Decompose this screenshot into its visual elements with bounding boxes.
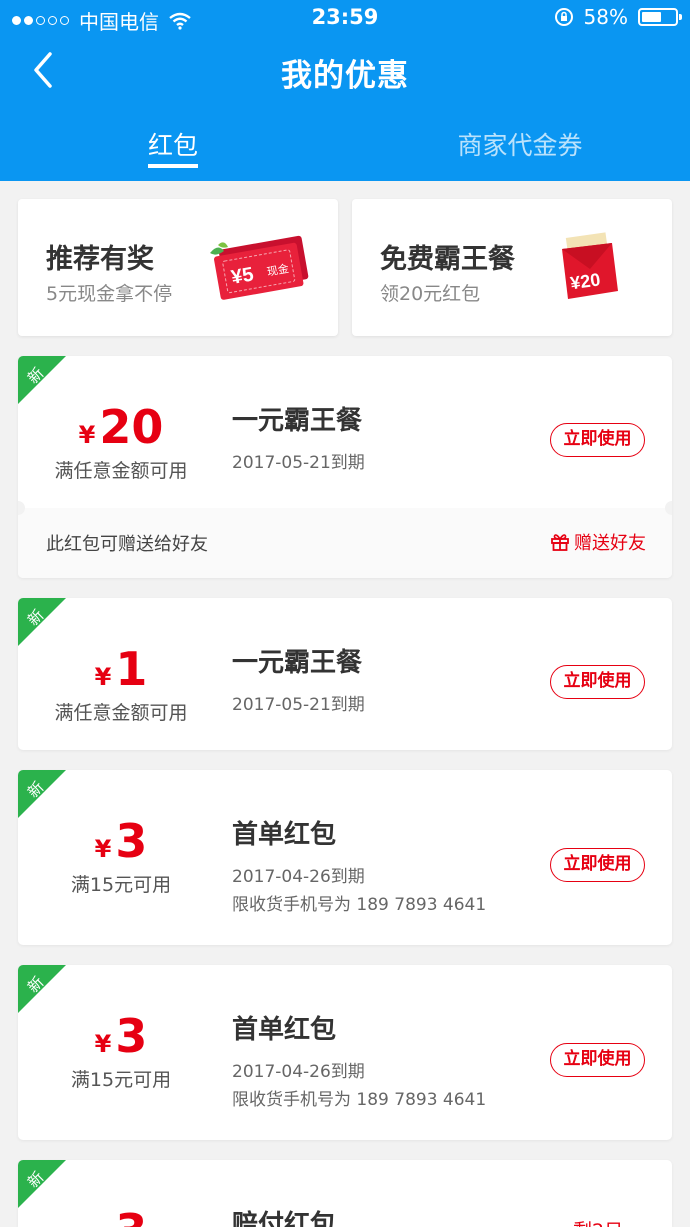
gift-to-friend-button[interactable]: 赠送好友 — [550, 529, 646, 555]
coupon-condition: 满任意金额可用 — [54, 702, 188, 724]
coupon-expiry: 2017-04-26到期 — [232, 1062, 365, 1082]
rotation-lock-icon — [554, 8, 573, 26]
voucher-amount: ¥5 — [230, 263, 256, 289]
coupon-amount: ¥3 — [94, 1009, 148, 1063]
coupon-expiry: 2017-04-26到期 — [232, 867, 365, 887]
coupon-condition: 满15元可用 — [70, 1069, 172, 1091]
coupon-phone-restriction: 限收货手机号为 189 7893 4641 — [232, 1090, 487, 1110]
promo-subtitle: 领20元红包 — [380, 283, 481, 305]
coupon-card: 新 ¥20 满任意金额可用 一元霸王餐 2017-05-21到期 立即使用 此红… — [18, 356, 672, 578]
coupon-card: 新 ¥3 满15元可用 首单红包 2017-04-26到期 限收货手机号为 18… — [18, 770, 672, 945]
promo-title: 免费霸王餐 — [380, 244, 515, 275]
promo-subtitle: 5元现金拿不停 — [46, 283, 173, 305]
tab-bar: 红包 商家代金券 — [0, 120, 690, 181]
header: 中国电信 23:59 58% 我的优惠 红包 商家代金券 — [0, 0, 690, 181]
tab-underline — [148, 164, 198, 168]
promo-referral[interactable]: 推荐有奖 5元现金拿不停 ¥5 现金 — [18, 199, 338, 336]
battery-percent: 58% — [583, 5, 628, 29]
new-badge: 新 — [18, 965, 66, 1013]
promo-free-meal[interactable]: 免费霸王餐 领20元红包 ¥20 — [352, 199, 672, 336]
new-badge: 新 — [18, 770, 66, 818]
new-badge: 新 — [18, 1160, 66, 1208]
use-now-button[interactable]: 立即使用 — [550, 848, 645, 882]
coupon-card: 新 ¥1 满任意金额可用 一元霸王餐 2017-05-21到期 立即使用 — [18, 598, 672, 750]
notch-right — [665, 501, 672, 515]
coupon-amount: ¥3 — [94, 814, 148, 868]
new-badge: 新 — [18, 356, 66, 404]
coupon-title: 首单红包 — [232, 820, 337, 850]
new-badge: 新 — [18, 598, 66, 646]
coupon-phone-restriction: 限收货手机号为 189 7893 4641 — [232, 895, 487, 915]
coupon-card: 新 ¥3 满15元可用 首单红包 2017-04-26到期 限收货手机号为 18… — [18, 965, 672, 1140]
gift-label: 赠送好友 — [574, 533, 646, 554]
coupon-amount: ¥3 — [18, 1204, 224, 1227]
coupon-amount: ¥20 — [78, 400, 164, 454]
coupon-expiry: 2017-05-21到期 — [232, 695, 365, 715]
coupon-title: 一元霸王餐 — [232, 406, 363, 436]
coupon-title: 赔付红包 — [232, 1210, 337, 1227]
coupon-title: 一元霸王餐 — [232, 648, 363, 678]
red-envelope-icon: ¥20 — [562, 232, 618, 299]
gift-icon — [551, 534, 569, 551]
status-bar: 中国电信 23:59 58% — [0, 0, 690, 36]
promo-title: 推荐有奖 — [46, 244, 154, 275]
cash-voucher-icon: ¥5 现金 — [210, 235, 309, 300]
coupon-expiry: 2017-05-21到期 — [232, 453, 365, 473]
gift-hint: 此红包可赠送给好友 — [46, 534, 208, 555]
coupon-condition: 满任意金额可用 — [54, 460, 188, 482]
coupon-amount: ¥1 — [94, 642, 148, 696]
tab-hongbao[interactable]: 红包 — [148, 126, 198, 162]
coupon-condition: 满15元可用 — [70, 874, 172, 896]
use-now-button[interactable]: 立即使用 — [550, 423, 645, 457]
use-now-button[interactable]: 立即使用 — [550, 1043, 645, 1077]
page-title: 我的优惠 — [281, 58, 409, 94]
days-remaining: 剩2日 — [573, 1216, 623, 1227]
use-now-button[interactable]: 立即使用 — [550, 665, 645, 699]
nav-bar: 我的优惠 — [0, 36, 690, 106]
coupon-footer: 此红包可赠送给好友 赠送好友 — [18, 508, 672, 578]
envelope-amount: ¥20 — [569, 269, 602, 293]
tab-merchant-voucher[interactable]: 商家代金券 — [440, 126, 600, 162]
coupon-title: 首单红包 — [232, 1015, 337, 1045]
coupon-card: 新 ¥3 赔付红包 剩2日 — [18, 1160, 672, 1227]
battery-icon — [638, 8, 682, 26]
status-right: 58% — [554, 5, 682, 29]
